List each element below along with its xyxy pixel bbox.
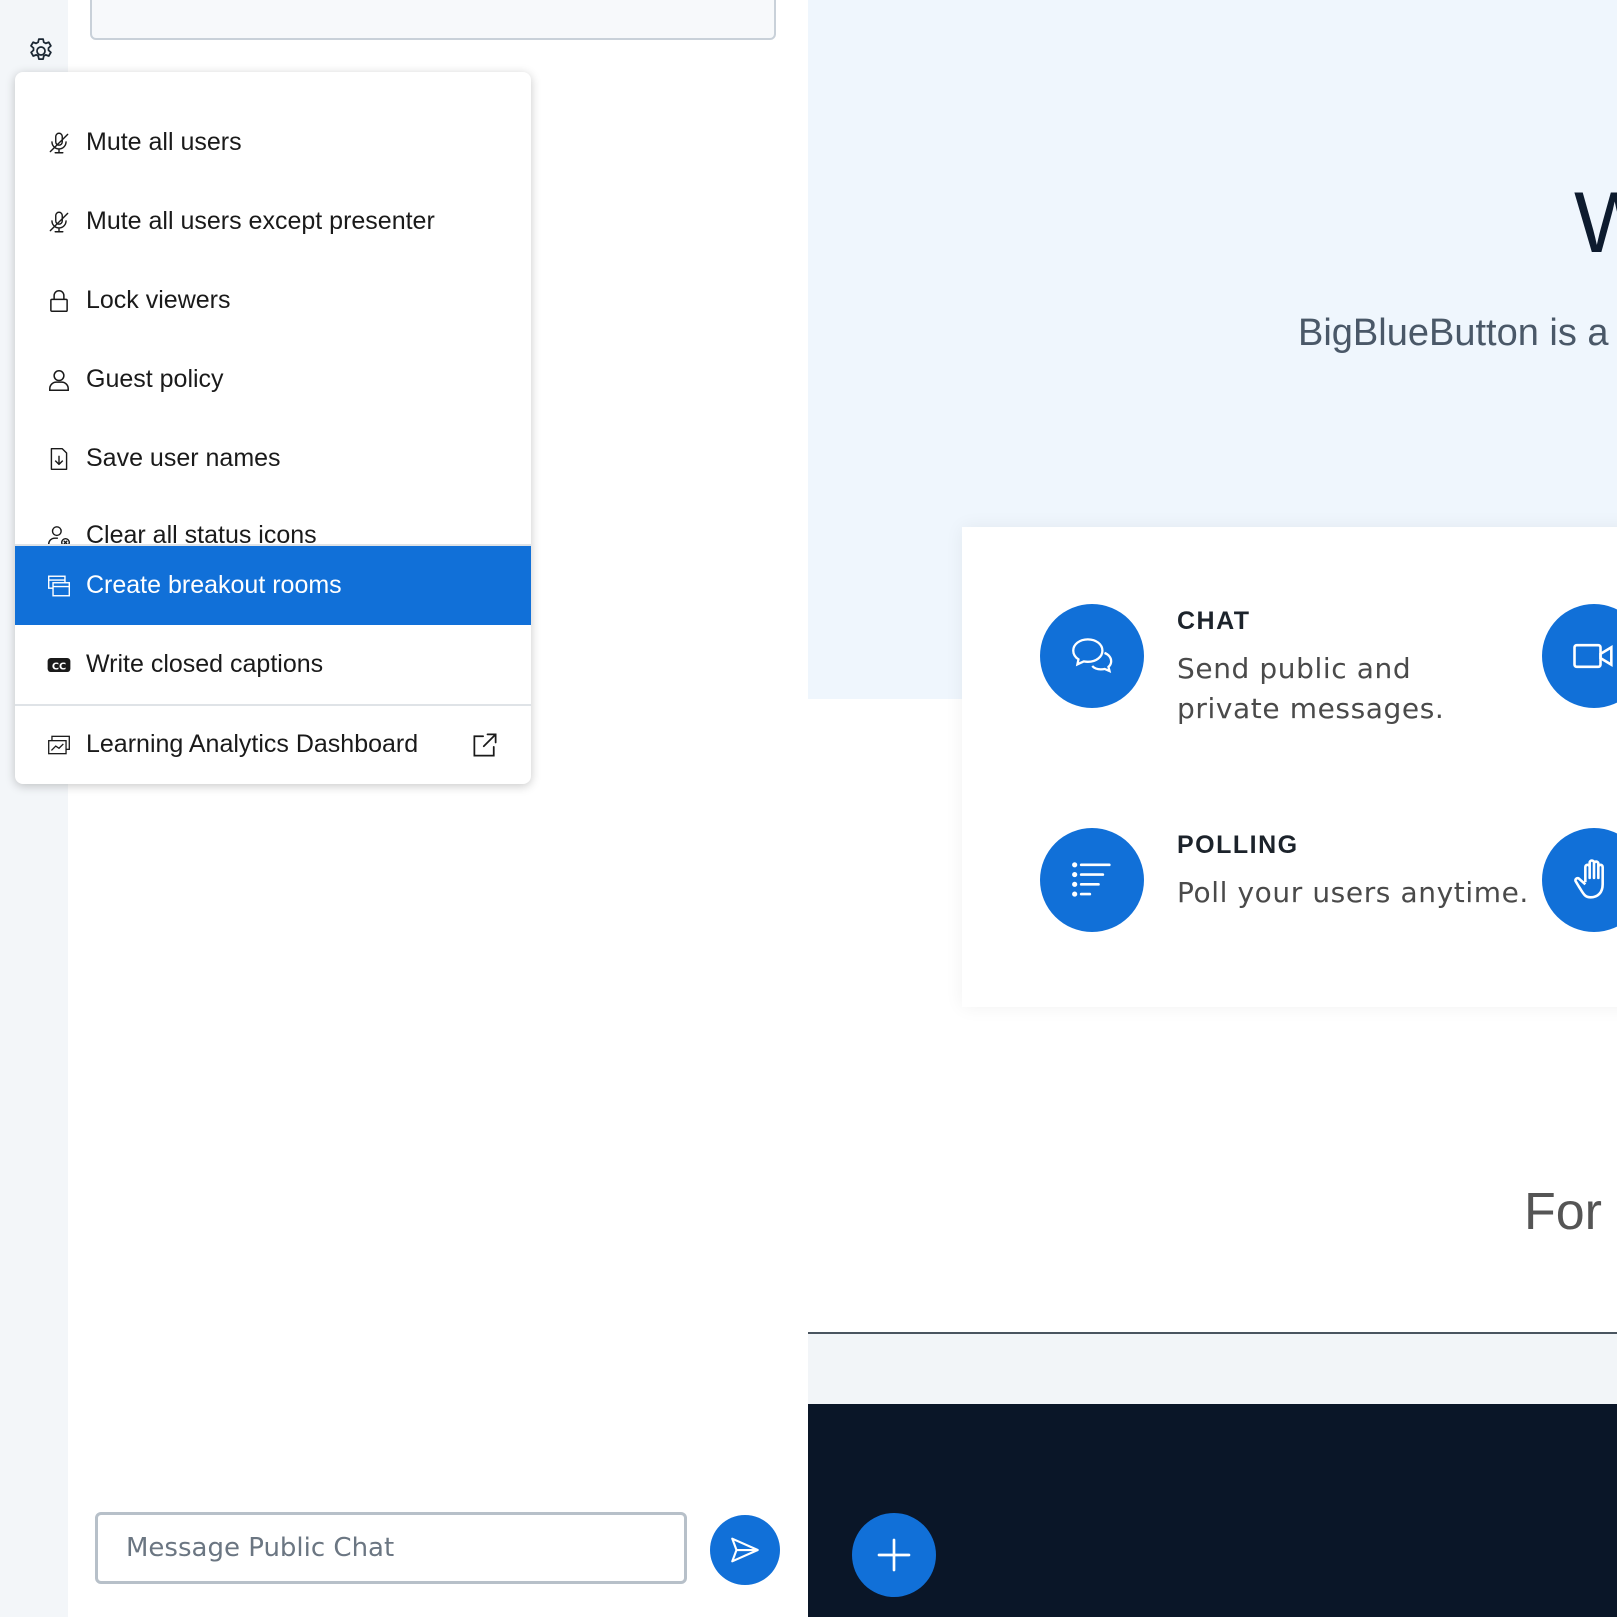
menu-item-label: Create breakout rooms: [86, 571, 342, 599]
menu-item-label: Mute all users: [86, 128, 242, 156]
plus-icon: [877, 1538, 911, 1572]
menu-item-label: Mute all users except presenter: [86, 207, 435, 235]
footer-text: For: [1524, 1183, 1602, 1241]
menu-item-lock-viewers[interactable]: Lock viewers: [15, 261, 531, 340]
manage-users-menu: Mute all users Mute all users except pre…: [15, 72, 531, 784]
message-input[interactable]: [95, 1512, 687, 1584]
menu-item-mute-all[interactable]: Mute all users: [15, 103, 531, 182]
features-card: CHAT Send public and private messages. P…: [962, 527, 1617, 1007]
menu-item-write-closed-captions[interactable]: CC Write closed captions: [15, 625, 531, 704]
analytics-icon: [45, 731, 73, 759]
cc-icon: CC: [45, 651, 73, 679]
mic-off-icon: [45, 129, 73, 157]
file-download-icon: [45, 445, 73, 473]
breakout-rooms-icon: [45, 572, 73, 600]
polling-feature-title: POLLING: [1177, 831, 1299, 859]
menu-item-label: Lock viewers: [86, 286, 231, 314]
presentation-footer-band: [808, 1334, 1617, 1404]
send-icon: [731, 1537, 759, 1563]
user-icon: [45, 366, 73, 394]
chat-feature-icon: [1040, 604, 1144, 708]
actions-bar: [808, 1404, 1617, 1617]
raise-hand-feature-icon: [1542, 828, 1617, 932]
menu-item-create-breakout-rooms[interactable]: Create breakout rooms: [15, 546, 531, 625]
menu-item-learning-analytics-dashboard[interactable]: Learning Analytics Dashboard: [15, 705, 531, 784]
video-feature-icon: [1542, 604, 1617, 708]
menu-item-mute-all-except-presenter[interactable]: Mute all users except presenter: [15, 182, 531, 261]
menu-item-save-user-names[interactable]: Save user names: [15, 419, 531, 498]
chat-feature-description: Send public and private messages.: [1177, 652, 1445, 725]
lock-icon: [45, 287, 73, 315]
svg-text:CC: CC: [52, 661, 66, 672]
menu-item-label: Save user names: [86, 444, 281, 472]
welcome-heading: W: [1574, 175, 1617, 271]
polling-feature-icon: [1040, 828, 1144, 932]
polling-feature-description: Poll your users anytime.: [1177, 876, 1529, 909]
menu-item-label: Learning Analytics Dashboard: [86, 730, 419, 758]
menu-item-guest-policy[interactable]: Guest policy: [15, 340, 531, 419]
intro-text: BigBlueButton is a: [1298, 312, 1609, 354]
external-link-icon: [470, 730, 500, 760]
chat-header-box: [90, 0, 776, 40]
chat-feature-title: CHAT: [1177, 607, 1251, 635]
gear-icon[interactable]: [26, 36, 56, 66]
actions-plus-button[interactable]: [852, 1513, 936, 1597]
mic-off-icon: [45, 208, 73, 236]
menu-item-label: Write closed captions: [86, 650, 324, 678]
menu-item-label: Guest policy: [86, 365, 224, 393]
send-message-button[interactable]: [710, 1515, 780, 1585]
